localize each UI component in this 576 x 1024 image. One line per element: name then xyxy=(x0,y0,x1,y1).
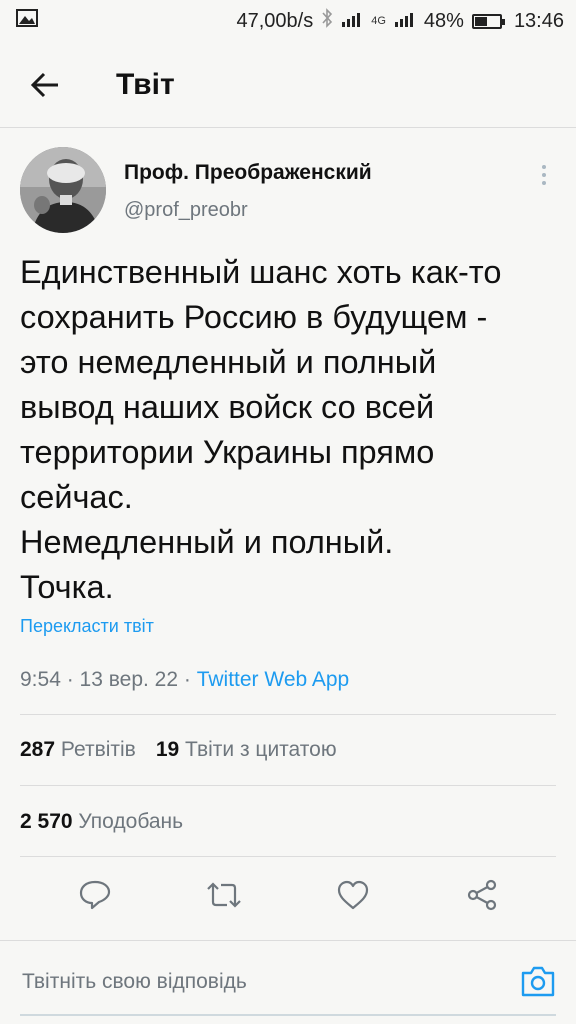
tweet-meta: 9:54 · 13 вер. 22 · Twitter Web App xyxy=(20,668,349,692)
more-options-button[interactable] xyxy=(536,162,552,188)
likes-count: 2 570 xyxy=(20,810,73,833)
retweet-button[interactable] xyxy=(194,865,254,925)
clock: 13:46 xyxy=(513,9,564,32)
back-arrow-icon xyxy=(30,72,58,97)
status-bar: 47,00b/s 4G 48% 13:46 xyxy=(0,0,576,42)
likes-stats-row: 2 570 Уподобань xyxy=(20,810,183,834)
author-name[interactable]: Проф. Преображенский xyxy=(124,161,372,185)
retweets-stat[interactable]: 287 Ретвітів xyxy=(20,738,136,762)
reply-underline xyxy=(20,1014,556,1016)
battery-icon xyxy=(471,13,505,29)
tweet-timestamp: 9:54 · 13 вер. 22 · xyxy=(20,668,197,691)
author-handle[interactable]: @prof_preobr xyxy=(124,199,248,222)
share-icon xyxy=(467,879,496,911)
tweet-text-line: сейчас. xyxy=(20,479,133,515)
retweet-icon xyxy=(206,882,241,908)
tweet-text-line: Точка. xyxy=(20,569,114,605)
tweet: Проф. Преображенский @prof_preobr Единст… xyxy=(0,128,576,911)
signal-icon xyxy=(341,10,363,33)
retweet-stats-row: 287 Ретвітів 19 Твіти з цитатою xyxy=(20,738,337,762)
reply-button[interactable] xyxy=(65,865,125,925)
bluetooth-icon xyxy=(321,8,333,34)
tweet-text: Единственный шанс хоть как-то сохранить … xyxy=(20,250,560,610)
top-bar: Твіт xyxy=(0,42,576,128)
retweets-count: 287 xyxy=(20,738,56,761)
share-button[interactable] xyxy=(452,865,512,925)
tweet-text-line: Единственный шанс хоть как-то xyxy=(20,254,502,290)
divider xyxy=(20,856,556,857)
like-button[interactable] xyxy=(323,865,383,925)
reply-icon xyxy=(79,880,110,910)
tweet-text-line: это немедленный и полный xyxy=(20,344,437,380)
tweet-text-line: Немедленный и полный. xyxy=(20,524,394,560)
like-icon xyxy=(337,880,368,910)
battery-fill xyxy=(474,16,488,26)
tweet-text-line: территории Украины прямо xyxy=(20,434,435,470)
page-title: Твіт xyxy=(116,67,175,101)
likes-stat[interactable]: 2 570 Уподобань xyxy=(20,810,183,834)
action-bar xyxy=(0,860,576,930)
reply-input[interactable]: Твітніть свою відповідь xyxy=(22,970,482,1000)
likes-label: Уподобань xyxy=(78,810,184,833)
tweet-source-link[interactable]: Twitter Web App xyxy=(197,668,350,691)
tweet-text-line: сохранить Россию в будущем - xyxy=(20,299,488,335)
tweet-text-line: вывод наших войск со всей xyxy=(20,389,435,425)
quotes-label: Твіти з цитатою xyxy=(185,738,337,761)
back-button[interactable] xyxy=(0,42,90,128)
network-type: 4G xyxy=(371,15,386,27)
divider xyxy=(20,714,556,715)
retweets-label: Ретвітів xyxy=(60,738,136,761)
reply-bar: Твітніть свою відповідь xyxy=(0,940,576,1024)
divider xyxy=(20,785,556,786)
camera-icon xyxy=(521,966,555,997)
quotes-count: 19 xyxy=(155,738,180,761)
network-speed: 47,00b/s xyxy=(236,9,314,32)
signal-icon xyxy=(394,10,416,33)
avatar[interactable] xyxy=(20,147,106,233)
camera-button[interactable] xyxy=(520,964,556,1000)
quotes-stat[interactable]: 19 Твіти з цитатою xyxy=(156,738,337,762)
translate-tweet-link[interactable]: Перекласти твіт xyxy=(20,616,154,637)
author-row: Проф. Преображенский @prof_preobr xyxy=(0,128,576,236)
battery-percent: 48% xyxy=(423,9,464,32)
more-vertical-icon xyxy=(542,165,546,185)
image-icon xyxy=(16,9,38,33)
